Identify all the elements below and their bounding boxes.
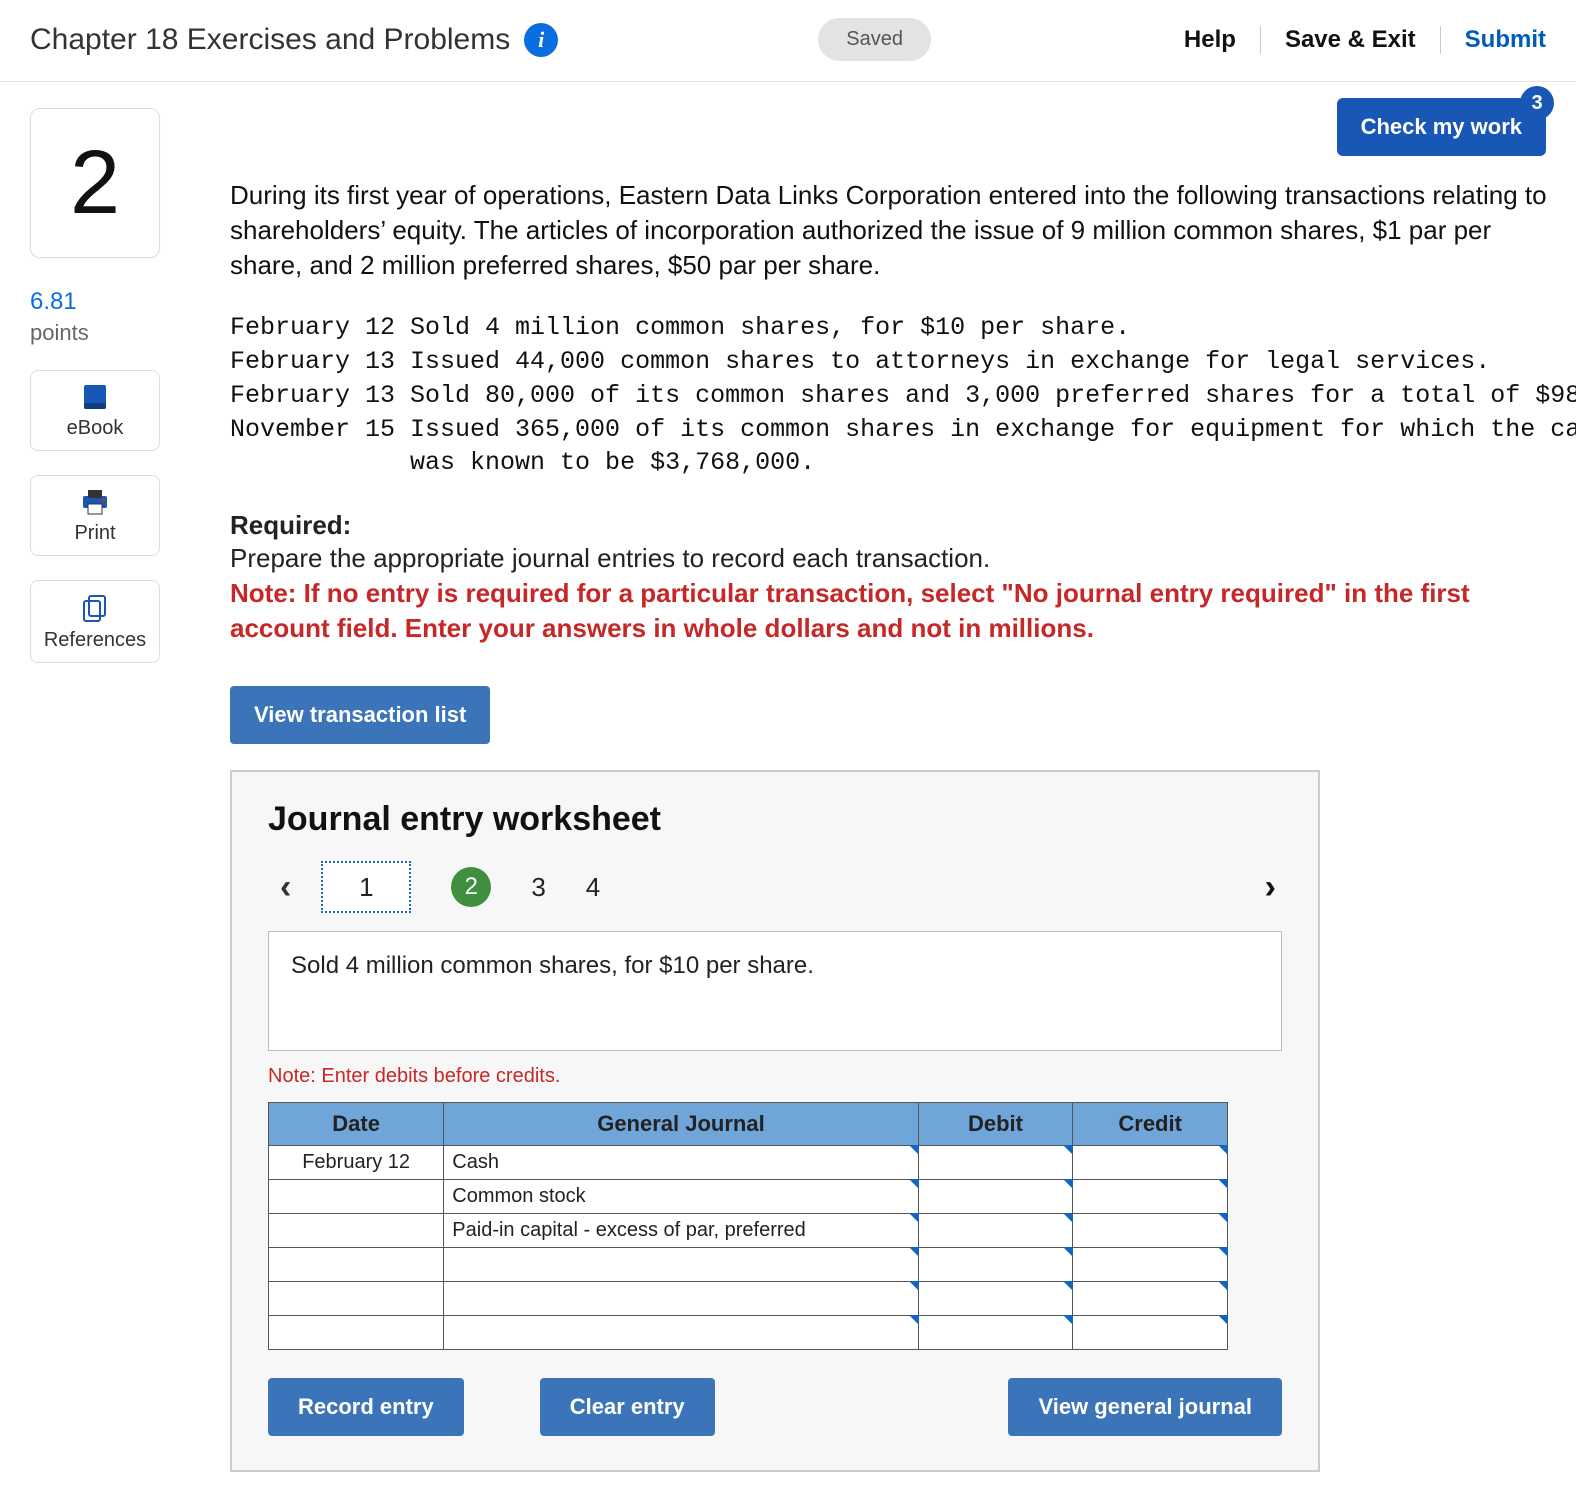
date-cell[interactable] xyxy=(269,1316,444,1350)
view-transaction-list-button[interactable]: View transaction list xyxy=(230,686,490,744)
table-row: Paid-in capital - excess of par, preferr… xyxy=(269,1214,1228,1248)
info-icon[interactable]: i xyxy=(524,23,558,57)
col-debit: Debit xyxy=(918,1103,1073,1146)
account-cell[interactable]: Paid-in capital - excess of par, preferr… xyxy=(444,1214,918,1248)
top-bar: Chapter 18 Exercises and Problems i Save… xyxy=(0,0,1576,82)
table-row xyxy=(269,1282,1228,1316)
printer-icon xyxy=(79,488,111,516)
view-general-journal-button[interactable]: View general journal xyxy=(1008,1378,1282,1436)
account-cell[interactable] xyxy=(444,1282,918,1316)
credit-cell[interactable] xyxy=(1073,1282,1228,1316)
journal-entry-table: Date General Journal Debit Credit Februa… xyxy=(268,1102,1228,1350)
tab-1[interactable]: 1 xyxy=(321,861,411,913)
col-credit: Credit xyxy=(1073,1103,1228,1146)
divider xyxy=(1260,26,1261,54)
account-cell[interactable] xyxy=(444,1248,918,1282)
main-content: During its first year of operations, Eas… xyxy=(190,108,1576,1472)
tab-2-active[interactable]: 2 xyxy=(451,867,491,907)
credit-cell[interactable] xyxy=(1073,1146,1228,1180)
points-value: 6.81 xyxy=(30,288,190,316)
transaction-description: Sold 4 million common shares, for $10 pe… xyxy=(268,931,1282,1051)
debit-cell[interactable] xyxy=(918,1146,1073,1180)
tab-3[interactable]: 3 xyxy=(531,872,545,903)
ebook-label: eBook xyxy=(67,417,124,439)
date-cell[interactable] xyxy=(269,1282,444,1316)
check-my-work-button[interactable]: Check my work xyxy=(1337,98,1546,156)
question-number: 2 xyxy=(30,108,160,258)
credit-cell[interactable] xyxy=(1073,1180,1228,1214)
required-text: Prepare the appropriate journal entries … xyxy=(230,543,1576,574)
date-cell[interactable] xyxy=(269,1180,444,1214)
journal-worksheet: Journal entry worksheet ‹ 1 2 3 4 › Sold… xyxy=(230,770,1320,1472)
date-cell[interactable] xyxy=(269,1248,444,1282)
points-label: points xyxy=(30,320,190,346)
account-cell[interactable]: Cash xyxy=(444,1146,918,1180)
table-row: February 12 Cash xyxy=(269,1146,1228,1180)
saved-pill: Saved xyxy=(818,18,931,61)
worksheet-tabs: ‹ 1 2 3 4 › xyxy=(268,861,1282,913)
note-red: Note: If no entry is required for a part… xyxy=(230,576,1550,646)
clear-entry-button[interactable]: Clear entry xyxy=(540,1378,715,1436)
print-button[interactable]: Print xyxy=(30,475,160,556)
credit-cell[interactable] xyxy=(1073,1316,1228,1350)
account-cell[interactable]: Common stock xyxy=(444,1180,918,1214)
account-cell[interactable] xyxy=(444,1316,918,1350)
required-heading: Required: xyxy=(230,510,1576,541)
copy-icon xyxy=(80,593,110,623)
transactions-list: February 12 Sold 4 million common shares… xyxy=(230,311,1576,480)
references-label: References xyxy=(44,629,146,651)
date-cell[interactable] xyxy=(269,1214,444,1248)
col-general-journal: General Journal xyxy=(444,1103,918,1146)
help-link[interactable]: Help xyxy=(1184,26,1236,54)
table-row xyxy=(269,1316,1228,1350)
chevron-left-icon[interactable]: ‹ xyxy=(268,868,303,907)
date-cell[interactable]: February 12 xyxy=(269,1146,444,1180)
col-date: Date xyxy=(269,1103,444,1146)
references-button[interactable]: References xyxy=(30,580,160,663)
debit-cell[interactable] xyxy=(918,1282,1073,1316)
save-exit-link[interactable]: Save & Exit xyxy=(1285,26,1416,54)
debit-cell[interactable] xyxy=(918,1180,1073,1214)
divider xyxy=(1440,26,1441,54)
debit-cell[interactable] xyxy=(918,1214,1073,1248)
worksheet-title: Journal entry worksheet xyxy=(268,800,1282,839)
table-row: Common stock xyxy=(269,1180,1228,1214)
page-title: Chapter 18 Exercises and Problems xyxy=(30,23,510,57)
check-badge: 3 xyxy=(1520,86,1554,120)
debit-cell[interactable] xyxy=(918,1248,1073,1282)
book-icon xyxy=(80,383,110,411)
print-label: Print xyxy=(74,522,115,544)
submit-link[interactable]: Submit xyxy=(1465,26,1546,54)
tab-4[interactable]: 4 xyxy=(586,872,600,903)
table-row xyxy=(269,1248,1228,1282)
hint-text: Note: Enter debits before credits. xyxy=(268,1065,1282,1088)
credit-cell[interactable] xyxy=(1073,1214,1228,1248)
debit-cell[interactable] xyxy=(918,1316,1073,1350)
record-entry-button[interactable]: Record entry xyxy=(268,1378,464,1436)
problem-intro: During its first year of operations, Eas… xyxy=(230,178,1550,283)
chevron-right-icon[interactable]: › xyxy=(1265,868,1282,907)
credit-cell[interactable] xyxy=(1073,1248,1228,1282)
ebook-button[interactable]: eBook xyxy=(30,370,160,451)
sidebar: 2 6.81 points eBook Print References xyxy=(30,108,190,1472)
